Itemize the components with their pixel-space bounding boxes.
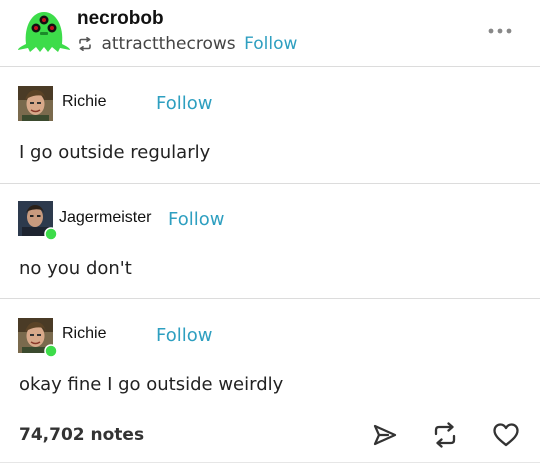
online-badge-icon [44, 227, 58, 241]
blog-name[interactable]: necrobob [77, 8, 164, 30]
person-avatar-icon [18, 86, 53, 121]
follow-button-source[interactable]: Follow [244, 34, 297, 54]
divider [0, 66, 540, 67]
reblog-source-line: attractthecrows Follow [77, 34, 297, 56]
thread-username[interactable]: Richie [62, 93, 106, 111]
divider [0, 298, 540, 299]
notes-count[interactable]: 74,702 notes [19, 425, 144, 445]
thread-username[interactable]: Jagermeister [59, 209, 151, 227]
thread-text: I go outside regularly [19, 142, 211, 163]
share-icon[interactable] [372, 422, 398, 453]
avatar-richie[interactable] [18, 318, 58, 358]
online-badge-icon [44, 344, 58, 358]
avatar-richie[interactable] [18, 86, 53, 121]
person-avatar-icon [18, 201, 58, 241]
blog-avatar[interactable] [14, 6, 74, 54]
reblog-icon[interactable] [431, 422, 459, 453]
green-creature-icon [18, 12, 70, 52]
avatar-jagermeister[interactable] [18, 201, 58, 241]
person-avatar-icon [18, 318, 58, 358]
follow-button[interactable]: Follow [156, 93, 212, 114]
follow-button[interactable]: Follow [156, 325, 212, 346]
thread-username[interactable]: Richie [62, 325, 106, 343]
reblog-source-name[interactable]: attractthecrows [101, 34, 235, 54]
more-icon[interactable] [487, 22, 513, 40]
reblog-icon [77, 37, 93, 56]
bottom-border [0, 462, 540, 463]
heart-icon[interactable] [492, 422, 520, 453]
thread-text: okay fine I go outside weirdly [19, 374, 284, 395]
divider [0, 183, 540, 184]
follow-button[interactable]: Follow [168, 209, 224, 230]
thread-text: no you don't [19, 258, 132, 279]
